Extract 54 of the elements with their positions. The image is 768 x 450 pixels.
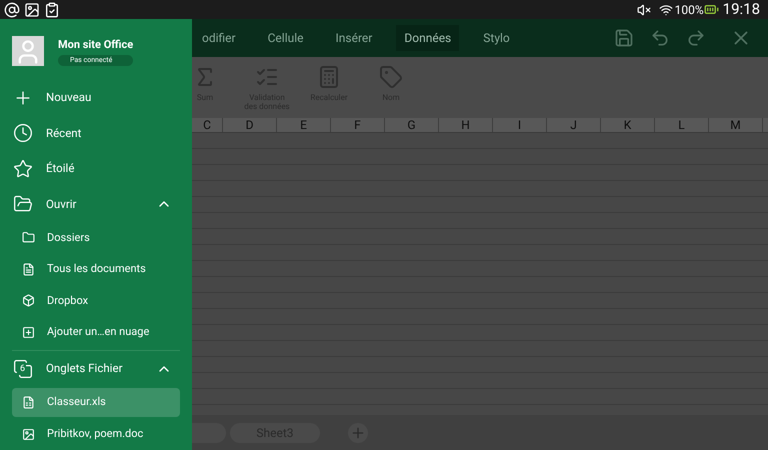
ribbon-tab[interactable]: Insérer [328,25,380,51]
tag-icon [379,65,403,89]
document-icon [22,262,35,276]
account-name: Mon site Office [58,36,134,52]
at-sign-icon [4,2,20,18]
drawer-item[interactable]: Ouvrir [12,186,180,222]
wifi-icon [658,2,673,16]
ribbon-tab[interactable]: Cellule [260,25,312,51]
stacked-pages-icon [13,359,33,380]
column-header: H [439,118,493,132]
image-icon [22,428,35,441]
column-header: I [493,118,547,132]
star-icon [13,158,33,179]
folder-icon [22,231,35,244]
ribbon-tab[interactable]: odifier [194,25,244,51]
ribbon-tab[interactable]: Données [396,25,460,51]
column-header: E [277,118,331,132]
redo-icon[interactable] [686,28,706,48]
battery-icon [704,2,719,17]
plus-icon [350,424,366,440]
clock-time: 19:18 [722,0,760,20]
spreadsheet-icon [22,396,35,410]
clock-icon [13,123,33,144]
drawer-subitem[interactable]: Pribitkov, poem.doc [12,419,180,449]
column-header: J [547,118,601,132]
column-header: G [385,118,439,132]
drawer-item[interactable]: 6 Onglets Fichier [12,351,180,387]
clipboard-icon [44,2,60,18]
box-icon [22,294,35,308]
drawer-subitem[interactable]: Dropbox [12,286,180,316]
drawer-item[interactable]: Étoilé [12,151,180,186]
column-header: K [601,118,655,132]
tab-count: 6 [19,364,26,376]
undo-icon[interactable] [650,28,670,48]
column-header: M [709,118,763,132]
column-header: D [223,118,277,132]
add-sheet-button[interactable] [348,422,368,442]
drawer-subitem[interactable]: Dossiers [12,223,180,253]
add-square-icon [22,326,35,340]
drawer-subitem[interactable]: Classeur.xls [12,388,180,418]
grid-calculator-icon [317,65,341,89]
avatar-placeholder [12,36,44,66]
open-box-icon [13,194,33,214]
mute-icon [636,2,651,16]
drawer-subitem[interactable]: Tous les documents [12,254,180,284]
ribbon-tab[interactable]: Stylo [475,25,518,51]
drawer-item[interactable]: Nouveau [12,80,180,116]
drawer-item[interactable]: Récent [12,116,180,151]
column-header: F [331,118,385,132]
drawer-subitem[interactable]: Ajouter un…en nuage [12,318,180,348]
battery-percent: 100% [674,2,704,18]
column-header: L [655,118,709,132]
save-icon[interactable] [614,28,634,48]
image-icon [24,2,40,18]
